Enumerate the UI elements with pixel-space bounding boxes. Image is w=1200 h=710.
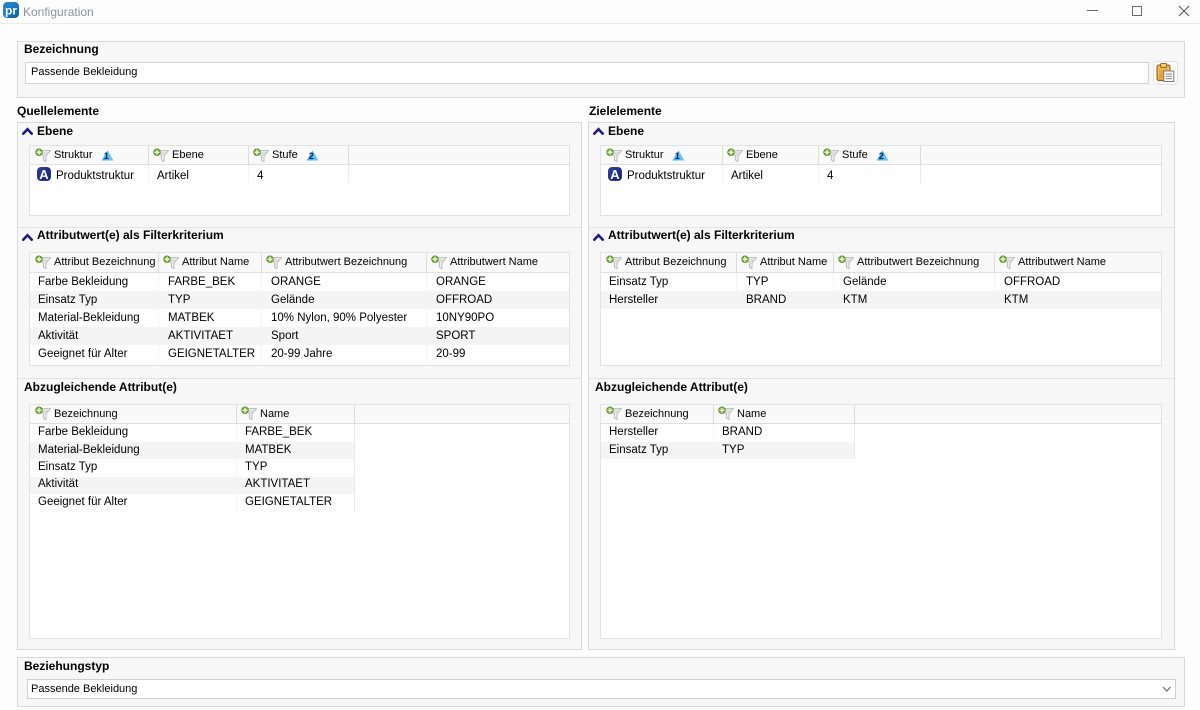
svg-text:pr: pr: [5, 3, 17, 17]
svg-text:1: 1: [104, 151, 109, 161]
svg-text:1: 1: [675, 151, 680, 161]
svg-text:A: A: [39, 167, 49, 181]
svg-text:2: 2: [309, 151, 314, 161]
svg-text:A: A: [610, 167, 620, 181]
svg-text:2: 2: [879, 151, 884, 161]
